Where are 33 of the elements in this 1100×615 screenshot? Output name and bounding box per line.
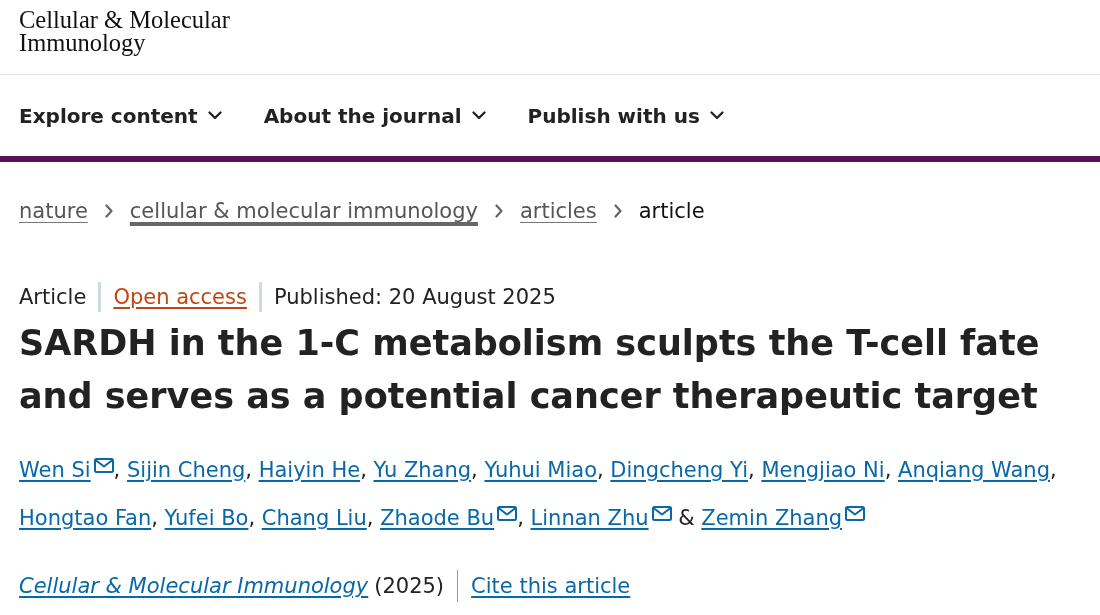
nav-menu-button[interactable]: About the journal bbox=[263, 101, 486, 130]
article-title: SARDH in the 1-C metabolism sculpts the T-cell fate and serves as a potential cancer therapeutic target bbox=[19, 322, 1041, 418]
breadcrumb-link[interactable]: nature bbox=[19, 198, 88, 224]
publication-date: Published: 20 August 2025 bbox=[273, 284, 556, 310]
chevron-right-icon bbox=[494, 204, 503, 218]
cite-article-link[interactable]: Cite this article bbox=[471, 570, 631, 602]
author-link[interactable]: Linnan Zhu bbox=[530, 506, 672, 530]
author-link[interactable]: Dingcheng Yi bbox=[610, 458, 748, 482]
author-link[interactable]: Zhaode Bu bbox=[380, 506, 518, 530]
nav-menu-button[interactable]: Explore content bbox=[19, 101, 222, 130]
breadcrumb-current: article bbox=[638, 198, 705, 224]
author-link[interactable]: Zemin Zhang bbox=[701, 506, 866, 530]
breadcrumb-link[interactable]: articles bbox=[519, 198, 597, 224]
author-link[interactable]: Haiyin He bbox=[258, 458, 361, 482]
author-link[interactable]: Yufei Bo bbox=[164, 506, 249, 530]
author-link[interactable]: Wen Si bbox=[19, 458, 114, 482]
author-link[interactable]: Hongtao Fan bbox=[19, 506, 152, 530]
author-link[interactable]: Chang Liu bbox=[261, 506, 367, 530]
chevron-right-icon bbox=[613, 204, 622, 218]
breadcrumb-link[interactable]: cellular & molecular immunology bbox=[129, 198, 478, 224]
author-link[interactable]: Mengjiao Ni bbox=[761, 458, 885, 482]
publication-year: (2025) bbox=[374, 573, 445, 600]
chevron-right-icon bbox=[104, 204, 113, 218]
author-list: Wen Si , Sijin Cheng, Haiyin He, Yu Zhang, Yuhui Miao, Dingcheng Yi, Mengjiao Ni, Anqiang Wang, Hongtao Fan, Yufei Bo, Chang Liu, Zhaode Bu , Linnan Zhu & Zemin Zhang bbox=[19, 446, 1082, 542]
nav-menu-button[interactable]: Publish with us bbox=[527, 101, 724, 130]
author-link[interactable]: Anqiang Wang bbox=[898, 458, 1050, 482]
article-type: Article bbox=[19, 284, 87, 310]
author-link[interactable]: Yu Zhang bbox=[373, 458, 472, 482]
journal-link[interactable]: Cellular & Molecular Immunology bbox=[19, 570, 369, 602]
journal-logo[interactable]: Cellular & Molecular Immunology bbox=[19, 8, 241, 54]
open-access-link[interactable]: Open access bbox=[113, 284, 247, 310]
author-link[interactable]: Yuhui Miao bbox=[484, 458, 597, 482]
author-link[interactable]: Sijin Cheng bbox=[126, 458, 246, 482]
